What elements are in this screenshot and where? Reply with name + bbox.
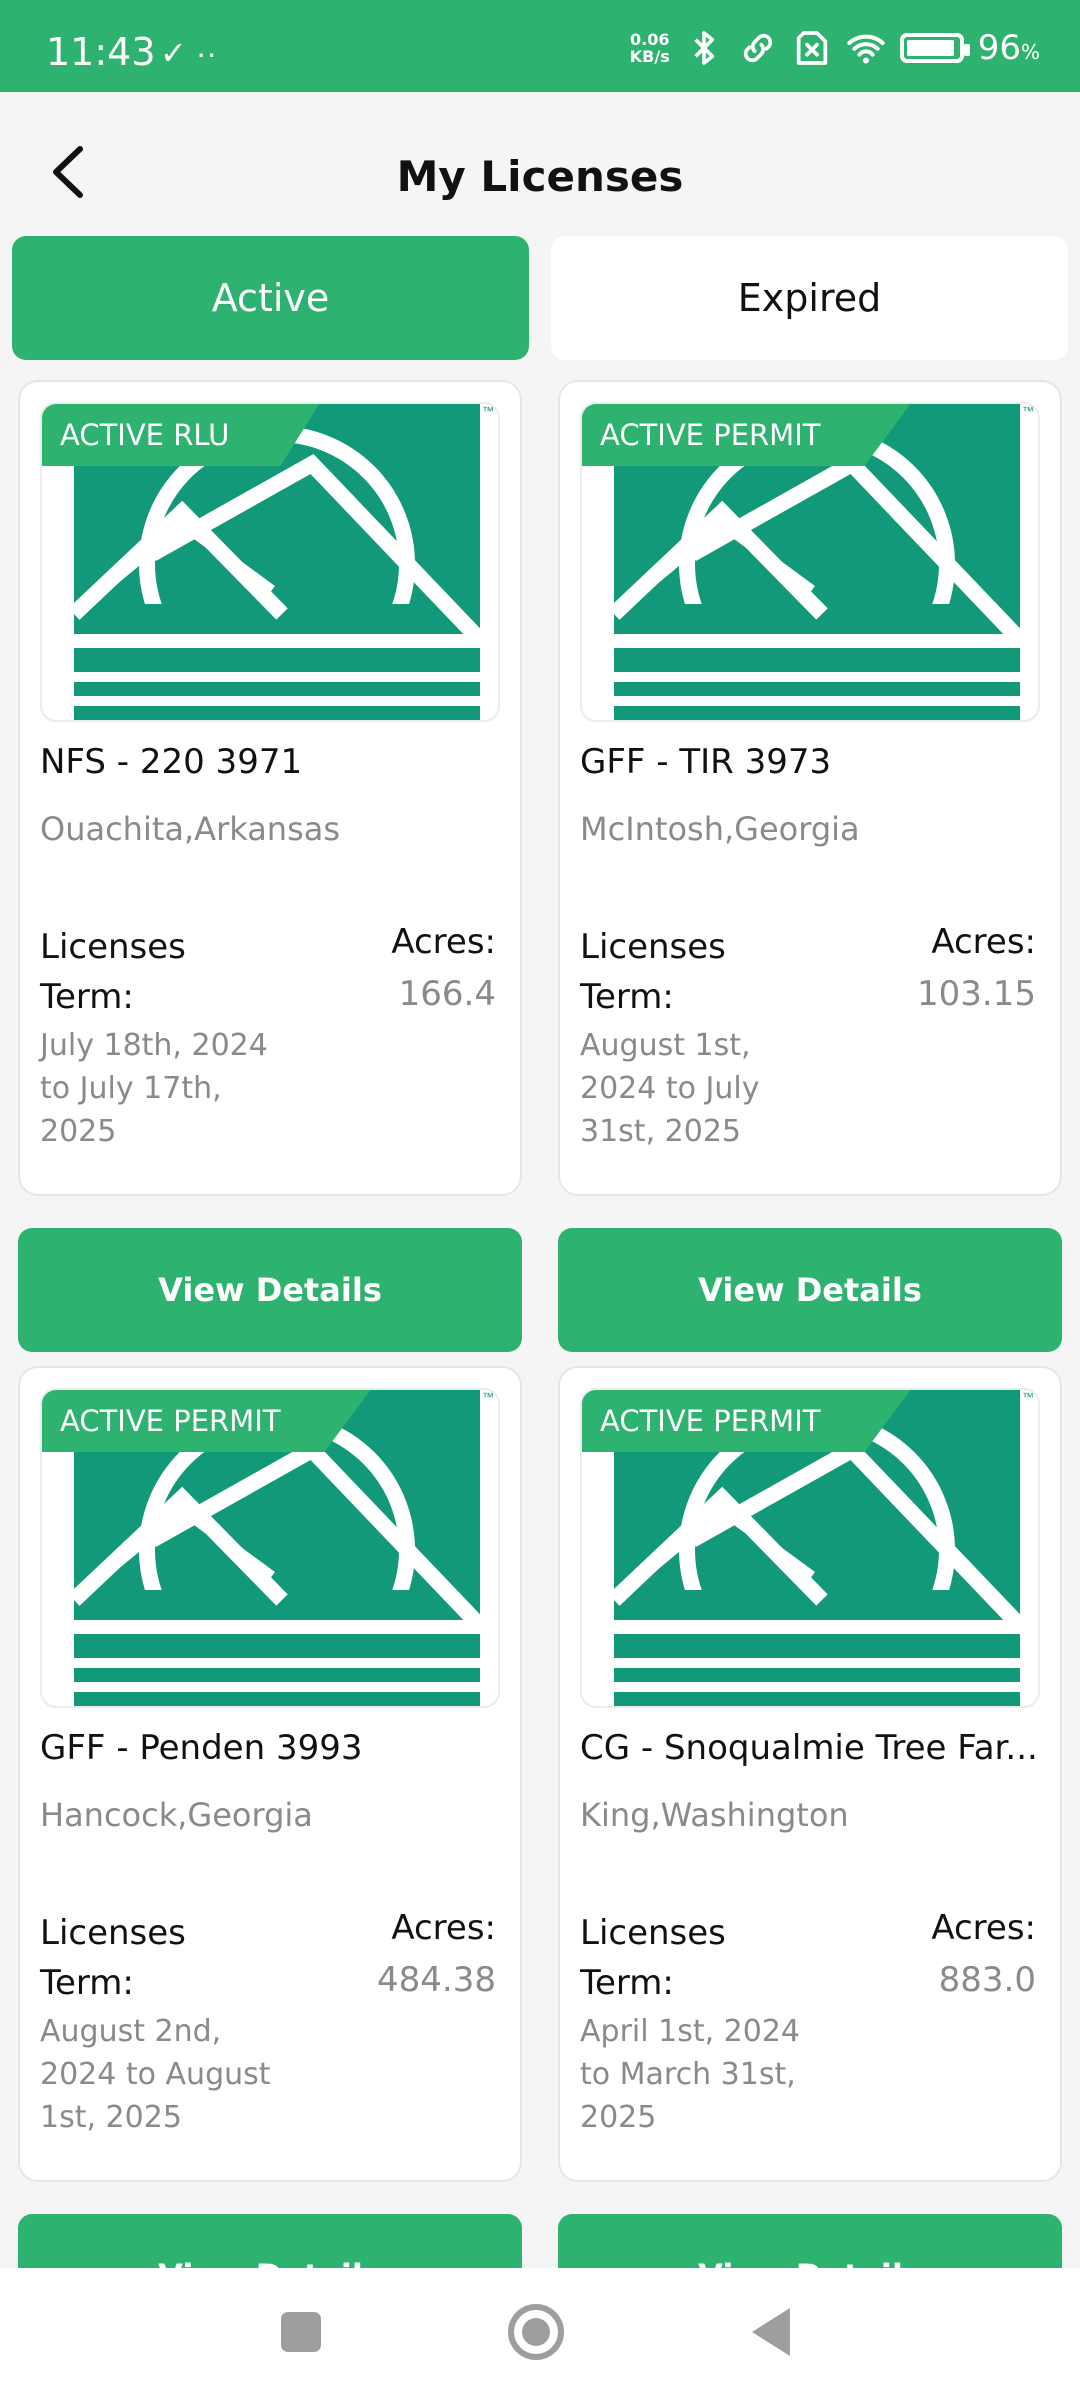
- license-location: Hancock,Georgia: [40, 1796, 313, 1834]
- trademark-mark: ™: [1022, 404, 1034, 418]
- trademark-mark: ™: [482, 404, 494, 418]
- license-name: CG - Snoqualmie Tree Far...: [580, 1728, 1038, 1768]
- acres-value: 484.38: [377, 1960, 496, 2000]
- term-value: April 1st, 2024 to March 31st, 2025: [580, 2014, 801, 2135]
- system-nav-bar: [0, 2268, 1080, 2400]
- view-details-button[interactable]: View Details: [558, 1228, 1062, 1352]
- network-speed-value: 0.06: [629, 30, 670, 49]
- term-value: August 1st, 2024 to July 31st, 2025: [580, 1028, 760, 1149]
- home-button[interactable]: [508, 2304, 564, 2360]
- license-thumbnail: ™ ACTIVE PERMIT: [580, 402, 1040, 722]
- app-header: My Licenses: [0, 92, 1080, 232]
- acres-value: 166.4: [398, 974, 496, 1014]
- term-label: Licenses Term:: [580, 927, 726, 1017]
- license-card: ™ ACTIVE PERMIT GFF - Penden 3993 Hancoc…: [18, 1366, 522, 2182]
- no-sim-icon: [796, 31, 827, 65]
- license-card: ™ ACTIVE RLU NFS - 220 3971 Ouachita,Ark…: [18, 380, 522, 1196]
- notification-icons: ✓ ··: [160, 35, 218, 71]
- tab-expired[interactable]: Expired: [551, 236, 1068, 360]
- status-badge: ACTIVE RLU: [42, 404, 320, 466]
- license-name: GFF - TIR 3973: [580, 742, 832, 782]
- network-speed-unit: KB/s: [629, 47, 670, 66]
- acres-label: Acres:: [391, 922, 496, 962]
- wifi-icon: [847, 34, 885, 64]
- license-thumbnail: ™ ACTIVE RLU: [40, 402, 500, 722]
- status-badge: ACTIVE PERMIT: [42, 1390, 371, 1452]
- back-button[interactable]: [752, 2308, 790, 2356]
- acres-value: 103.15: [917, 974, 1036, 1014]
- status-badge: ACTIVE PERMIT: [582, 1390, 911, 1452]
- view-details-button[interactable]: View Details: [18, 1228, 522, 1352]
- status-badge: ACTIVE PERMIT: [582, 404, 911, 466]
- term-value: August 2nd, 2024 to August 1st, 2025: [40, 2014, 271, 2135]
- view-details-button[interactable]: View Details: [18, 2214, 522, 2270]
- license-location: Ouachita,Arkansas: [40, 810, 341, 848]
- trademark-mark: ™: [482, 1390, 494, 1404]
- license-thumbnail: ™ ACTIVE PERMIT: [40, 1388, 500, 1708]
- acres-label: Acres:: [391, 1908, 496, 1948]
- license-tabs: Active Expired: [12, 236, 1068, 360]
- license-location: King,Washington: [580, 1796, 849, 1834]
- license-location: McIntosh,Georgia: [580, 810, 860, 848]
- status-time: 11:43: [46, 30, 156, 74]
- license-card: ™ ACTIVE PERMIT CG - Snoqualmie Tree Far…: [558, 1366, 1062, 2182]
- acres-label: Acres:: [931, 922, 1036, 962]
- license-name: GFF - Penden 3993: [40, 1728, 363, 1768]
- license-thumbnail: ™ ACTIVE PERMIT: [580, 1388, 1040, 1708]
- license-name: NFS - 220 3971: [40, 742, 303, 782]
- battery-fill: [906, 40, 955, 56]
- page-title: My Licenses: [396, 152, 684, 201]
- view-details-button[interactable]: View Details: [558, 2214, 1062, 2270]
- battery-percent: 96%: [978, 28, 1040, 68]
- term-label: Licenses Term:: [580, 1913, 726, 2003]
- battery-unit: %: [1020, 40, 1040, 64]
- link-icon: [743, 33, 772, 63]
- license-grid: ™ ACTIVE RLU NFS - 220 3971 Ouachita,Ark…: [18, 380, 1062, 2270]
- status-bar: 11:43 ✓ ·· 0.06 KB/s 96%: [0, 0, 1080, 92]
- tab-active[interactable]: Active: [12, 236, 529, 360]
- battery-value: 96: [977, 28, 1021, 68]
- network-speed: 0.06 KB/s: [630, 31, 670, 65]
- status-right-icons: 0.06 KB/s 96%: [630, 28, 1040, 68]
- trademark-mark: ™: [1022, 1390, 1034, 1404]
- term-label: Licenses Term:: [40, 1913, 186, 2003]
- license-card: ™ ACTIVE PERMIT GFF - TIR 3973 McIntosh,…: [558, 380, 1062, 1196]
- recents-button[interactable]: [281, 2312, 321, 2352]
- acres-value: 883.0: [938, 1960, 1036, 2000]
- term-value: July 18th, 2024 to July 17th, 2025: [40, 1028, 268, 1149]
- battery-icon: [899, 33, 970, 63]
- bluetooth-icon: [694, 31, 714, 65]
- term-label: Licenses Term:: [40, 927, 186, 1017]
- acres-label: Acres:: [931, 1908, 1036, 1948]
